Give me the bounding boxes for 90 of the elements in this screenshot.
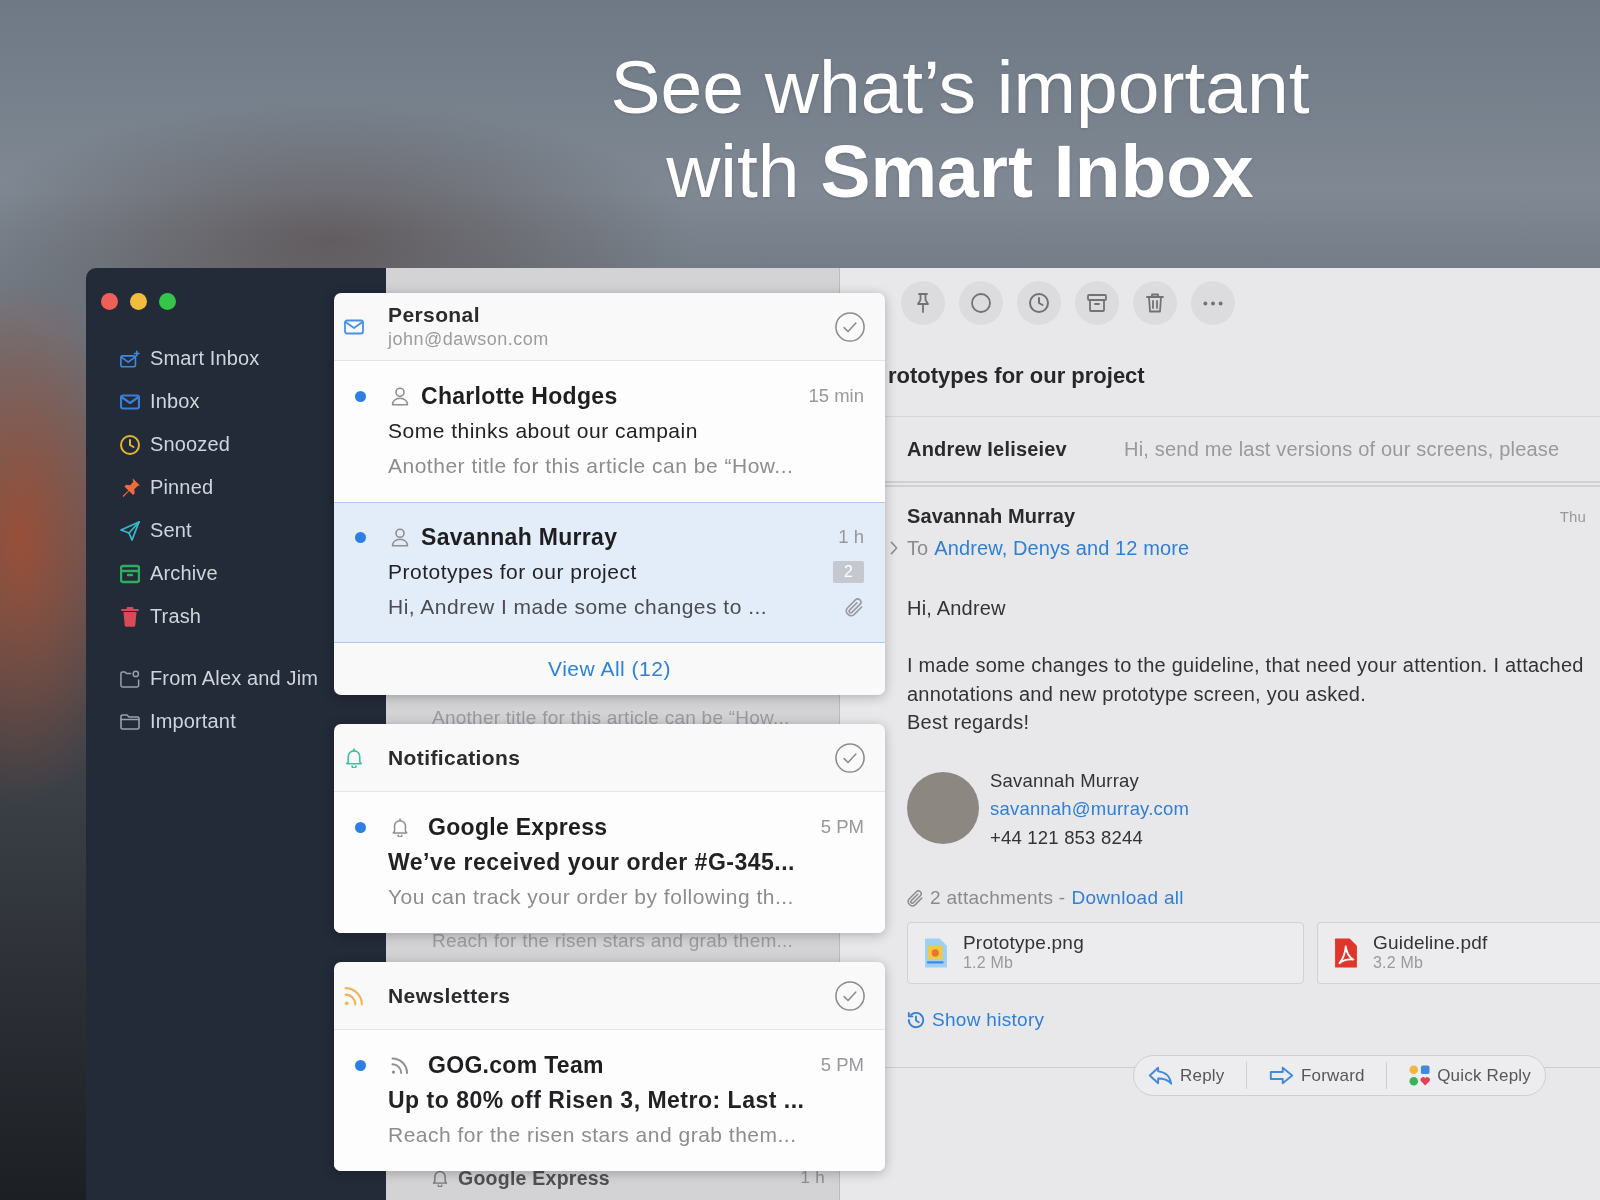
quick-reply-button[interactable]: Quick Reply [1401,1060,1539,1091]
sidebar-item[interactable]: Pinned [120,466,214,509]
check-circle-icon[interactable] [835,742,865,773]
folder-icon [120,711,140,732]
sender-name: Savannah Murray [907,504,1076,528]
zoom-window-button[interactable] [159,293,176,310]
quick-reply-icon [1409,1065,1431,1086]
reply-button[interactable]: Reply [1140,1060,1233,1091]
account-email: john@dawson.com [388,327,549,351]
circle-icon [971,293,991,313]
chevron-right-icon[interactable] [890,541,898,555]
message-subject: Prototypes for our project [388,560,637,584]
time-label: 15 min [808,385,864,407]
sidebar-item[interactable]: Archive [120,552,218,595]
time-label: 1 h [838,526,864,548]
check-circle-icon[interactable] [835,980,865,1011]
signature-name: Savannah Murray [990,768,1140,793]
message-preview: You can track your order by following th... [388,885,794,909]
attachment-count: 2 attachments - [930,886,1066,910]
attachment-card[interactable]: Prototype.png 1.2 Mb [907,922,1304,984]
time-label: 5 PM [820,1054,864,1076]
phone-number: +44 121 853 8244 [990,825,1143,850]
more-icon [1203,300,1223,306]
sidebar-item[interactable]: Snoozed [120,423,230,466]
trash-icon [1145,293,1165,313]
category-title: Personal [388,302,480,327]
rss-icon [391,1055,409,1075]
message-preview: Another title for this article can be “How... [388,454,794,478]
archive-icon [1087,293,1107,313]
view-all-button[interactable]: View All (12) [548,657,671,681]
message-preview: Hi, send me last versions of our screens, please [1124,437,1560,461]
clock-button[interactable] [1017,281,1061,325]
message-preview: Reach for the risen stars and grab them... [432,930,794,952]
message-preview: Hi, Andrew I made some changes to ... [388,595,768,619]
history-icon [907,1011,925,1029]
forward-button[interactable]: Forward [1260,1060,1373,1091]
minimize-window-button[interactable] [130,293,147,310]
check-circle-icon[interactable] [835,311,865,342]
message-preview: Reach for the risen stars and grab them... [388,1123,797,1147]
to-label: To [907,536,929,560]
headline: See what’s important with Smart Inbox [610,45,1310,213]
sidebar-item[interactable]: Inbox [120,380,200,423]
close-window-button[interactable] [101,293,118,310]
category-title: Newsletters [388,983,511,1008]
message-subject: rototypes for our project [888,362,1145,390]
sidebar-item[interactable]: Sent [120,509,192,552]
message-item[interactable]: Savannah Murray 1 h Prototypes for our project 2 Hi, Andrew I made some changes to ... [334,502,885,643]
count-badge: 2 [833,561,864,583]
folder-person-icon [120,668,140,689]
file-name: Guideline.pdf [1373,933,1488,953]
file-size: 1.2 Mb [963,953,1014,973]
sidebar-folder[interactable]: Important [120,700,236,743]
pdf-file-icon [1333,937,1359,969]
circle-button[interactable] [959,281,1003,325]
bell-icon [432,1169,448,1187]
date-label: Thu [1559,507,1586,525]
person-icon [391,527,409,547]
time-label: 5 PM [820,816,864,838]
sender-name: GOG.com Team [428,1051,604,1079]
message-body: I made some changes to the guideline, that need your attention. I attached annotations and new prototype screen, you asked. Best regards! [907,653,1584,735]
message-preview: Another title for this article can be “How... [432,707,790,729]
forward-arrow-icon [1268,1066,1294,1085]
sidebar-item[interactable]: Smart Inbox [120,337,260,380]
sender-name: Savannah Murray [421,523,618,551]
sidebar-item[interactable]: Trash [120,595,202,638]
archive-button[interactable] [1075,281,1119,325]
pin-button[interactable] [901,281,945,325]
clock-icon [1029,293,1049,313]
bell-icon [391,817,409,837]
message-subject: Some thinks about our campain [388,419,698,443]
message-item[interactable]: Google Express 5 PM We’ve received your order #G-345... You can track your order by following th... [334,792,885,933]
message-subject: Up to 80% off Risen 3, Metro: Last ... [388,1086,805,1114]
message-item[interactable]: GOG.com Team 5 PM Up to 80% off Risen 3, Metro: Last ... Reach for the risen stars and grab them... [334,1030,885,1171]
file-name: Prototype.png [963,933,1084,953]
message-greeting: Hi, Andrew [907,596,1006,621]
sender-name: Andrew Ieliseiev [907,437,1067,460]
sidebar-folder[interactable]: From Alex and Jim [120,657,319,700]
paperclip-icon [907,889,924,907]
message-item[interactable]: Charlotte Hodges 15 min Some thinks about our campain Another title for this article can be “How... [334,361,885,502]
image-file-icon [923,937,949,969]
message-subject: We’ve received your order #G-345... [388,848,795,876]
trash-button[interactable] [1133,281,1177,325]
reply-arrow-icon [1148,1066,1173,1085]
category-title: Notifications [388,745,521,770]
attachment-card[interactable]: Guideline.pdf 3.2 Mb [1317,922,1600,984]
sender-name: Charlotte Hodges [421,382,618,410]
sender-name: Google Express [428,813,608,841]
person-icon [391,386,409,406]
time-label: 1 h [800,1168,825,1188]
file-size: 3.2 Mb [1373,953,1424,973]
